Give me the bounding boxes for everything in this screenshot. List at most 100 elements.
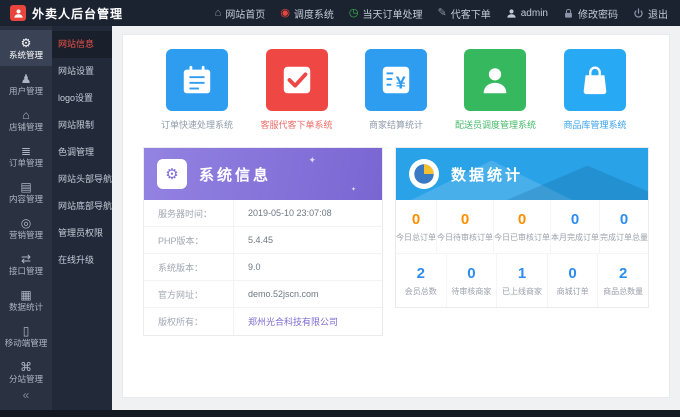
info-value: 5.4.45	[234, 227, 273, 253]
submenu-item-color-management[interactable]: 色调管理	[52, 139, 112, 166]
brand[interactable]: 外卖人后台管理	[10, 5, 123, 22]
stat-cell: 0 待审核商家	[447, 254, 498, 307]
stat-value: 2	[598, 266, 648, 281]
sidebar-item-label: 接口管理	[9, 267, 43, 276]
tools-icon: ⚙	[157, 159, 187, 189]
top-item-label: 修改密码	[578, 6, 618, 21]
sparkle-icon: ✦	[308, 155, 316, 166]
submenu-item-header-nav[interactable]: 网站头部导航	[52, 166, 112, 193]
top-item-label: 代客下单	[451, 6, 491, 21]
app-title: 外卖人后台管理	[32, 5, 123, 22]
info-label: 系统版本：	[144, 254, 234, 280]
sidebar-item-marketing[interactable]: ◎ 营销管理	[0, 210, 52, 246]
info-value: 郑州光合科技有限公司	[234, 308, 338, 335]
top-item-label: 调度系统	[294, 6, 334, 21]
stat-cell: 0 商城订单	[548, 254, 599, 307]
stat-cell: 1 已上线商家	[497, 254, 548, 307]
pie-chart-icon	[409, 159, 439, 189]
tile-courier-dispatch[interactable]: 配送员调度管理系统	[451, 49, 539, 131]
sidebar-item-substation[interactable]: ⌘ 分站管理	[0, 354, 52, 390]
stat-label: 会员总数	[396, 286, 446, 297]
sidebar-item-system[interactable]: ⚙ 系统管理	[0, 30, 52, 66]
submenu-item-online-upgrade[interactable]: 在线升级	[52, 247, 112, 274]
top-item-admin[interactable]: admin	[506, 8, 548, 19]
sidebar-item-icon: ≣	[21, 145, 31, 157]
stat-label: 完成订单总量	[600, 232, 648, 243]
submenu-item-website-info[interactable]: 网站信息	[52, 31, 112, 58]
sparkle-icon: ✦	[351, 186, 356, 193]
tile-label: 配送员调度管理系统	[455, 118, 536, 131]
stat-cell: 0 今日总订单	[396, 200, 437, 254]
top-item-change-password[interactable]: 修改密码	[563, 6, 618, 21]
window-bottom-edge	[0, 410, 680, 417]
submenu-item-logo-settings[interactable]: logo设置	[52, 85, 112, 112]
sidebar-item-label: 分站管理	[9, 375, 43, 384]
app-window: 外卖人后台管理 ⌂ 网站首页 ◉ 调度系统 ◷ 当天订单处理 ✎ 代客下单	[0, 0, 680, 417]
stat-value: 0	[396, 212, 436, 227]
sidebar-item-orders[interactable]: ≣ 订单管理	[0, 138, 52, 174]
sidebar-item-icon: ⚙	[21, 37, 32, 49]
top-item-logout[interactable]: 退出	[633, 6, 668, 21]
tile-merchant-settlement[interactable]: ¥ 商家结算统计	[352, 49, 440, 131]
sidebar-item-icon: ▯	[23, 325, 30, 337]
main-sidebar: « ⚙ 系统管理 ♟ 用户管理 ⌂ 店铺管理 ≣ 订单管理	[0, 26, 52, 410]
sidebar-item-users[interactable]: ♟ 用户管理	[0, 66, 52, 102]
stat-cell: 2 会员总数	[396, 254, 447, 307]
topbar-nav: ⌂ 网站首页 ◉ 调度系统 ◷ 当天订单处理 ✎ 代客下单 admin	[215, 6, 668, 21]
submenu-item-website-settings[interactable]: 网站设置	[52, 58, 112, 85]
stat-label: 今日已审核订单	[494, 232, 550, 243]
stat-cell: 0 完成订单总量	[600, 200, 648, 254]
submenu-item-website-limit[interactable]: 网站限制	[52, 112, 112, 139]
system-info-row: 服务器时间： 2019-05-10 23:07:08	[144, 200, 382, 227]
top-item-dispatch[interactable]: ◉ 调度系统	[280, 6, 334, 21]
home-icon: ⌂	[215, 8, 222, 19]
stat-cell: 0 今日已审核订单	[494, 200, 551, 254]
logo-icon	[10, 5, 26, 21]
system-info-title: 系统信息	[199, 164, 271, 185]
sidebar-item-icon: ▤	[20, 181, 31, 193]
stat-label: 商城订单	[548, 286, 598, 297]
sidebar-item-label: 订单管理	[9, 159, 43, 168]
system-info-row: PHP版本： 5.4.45	[144, 227, 382, 254]
tile-proxy-order-system[interactable]: 客服代客下单系统	[253, 49, 341, 131]
power-icon	[633, 8, 644, 19]
sidebar-item-label: 数据统计	[9, 303, 43, 312]
stat-value: 0	[600, 212, 648, 227]
clock-icon: ◷	[349, 8, 359, 19]
submenu-item-footer-nav[interactable]: 网站底部导航	[52, 193, 112, 220]
sidebar-item-statistics[interactable]: ▦ 数据统计	[0, 282, 52, 318]
sidebar-item-icon: ⇄	[21, 253, 31, 265]
stat-value: 2	[396, 266, 446, 281]
data-stats-panel: 数据统计 0 今日总订单 0	[395, 147, 649, 308]
tile-label: 商家结算统计	[369, 118, 423, 131]
yen-invoice-icon: ¥	[365, 49, 427, 111]
collapse-sidebar-button[interactable]: «	[0, 388, 52, 402]
info-label: 版权所有：	[144, 308, 234, 335]
system-info-panel: ✦ ✦ ⚙ 系统信息 服务器时间： 2019-05-10 23:07:08	[143, 147, 383, 336]
info-label: 服务器时间：	[144, 200, 234, 226]
stat-cell: 2 商品总数量	[598, 254, 648, 307]
tile-label: 订单快速处理系统	[161, 118, 233, 131]
sidebar-item-content[interactable]: ▤ 内容管理	[0, 174, 52, 210]
tile-product-library[interactable]: 商品库管理系统	[551, 49, 639, 131]
sidebar-item-icon: ⌂	[22, 109, 29, 121]
system-info-row: 版权所有： 郑州光合科技有限公司	[144, 308, 382, 335]
submenu-item-admin-permissions[interactable]: 管理员权限	[52, 220, 112, 247]
sidebar-item-shops[interactable]: ⌂ 店铺管理	[0, 102, 52, 138]
sidebar-item-mobile[interactable]: ▯ 移动端管理	[0, 318, 52, 354]
system-info-table: 服务器时间： 2019-05-10 23:07:08 PHP版本： 5.4.45	[144, 200, 382, 335]
info-value: 2019-05-10 23:07:08	[234, 200, 332, 226]
sidebar-item-label: 内容管理	[9, 195, 43, 204]
stat-label: 待审核商家	[447, 286, 497, 297]
tile-order-quick-processing[interactable]: 订单快速处理系统	[153, 49, 241, 131]
stats-row-1: 0 今日总订单 0 今日待审核订单 0	[396, 200, 648, 254]
top-item-today-orders[interactable]: ◷ 当天订单处理	[349, 6, 423, 21]
stat-cell: 0 本月完成订单	[551, 200, 600, 254]
sidebar-item-label: 营销管理	[9, 231, 43, 240]
data-stats-header: 数据统计	[396, 148, 648, 200]
top-item-site-home[interactable]: ⌂ 网站首页	[215, 6, 266, 21]
sidebar-item-api[interactable]: ⇄ 接口管理	[0, 246, 52, 282]
top-item-proxy-order[interactable]: ✎ 代客下单	[438, 6, 491, 21]
shopping-bag-icon	[564, 49, 626, 111]
stat-label: 今日总订单	[396, 232, 436, 243]
